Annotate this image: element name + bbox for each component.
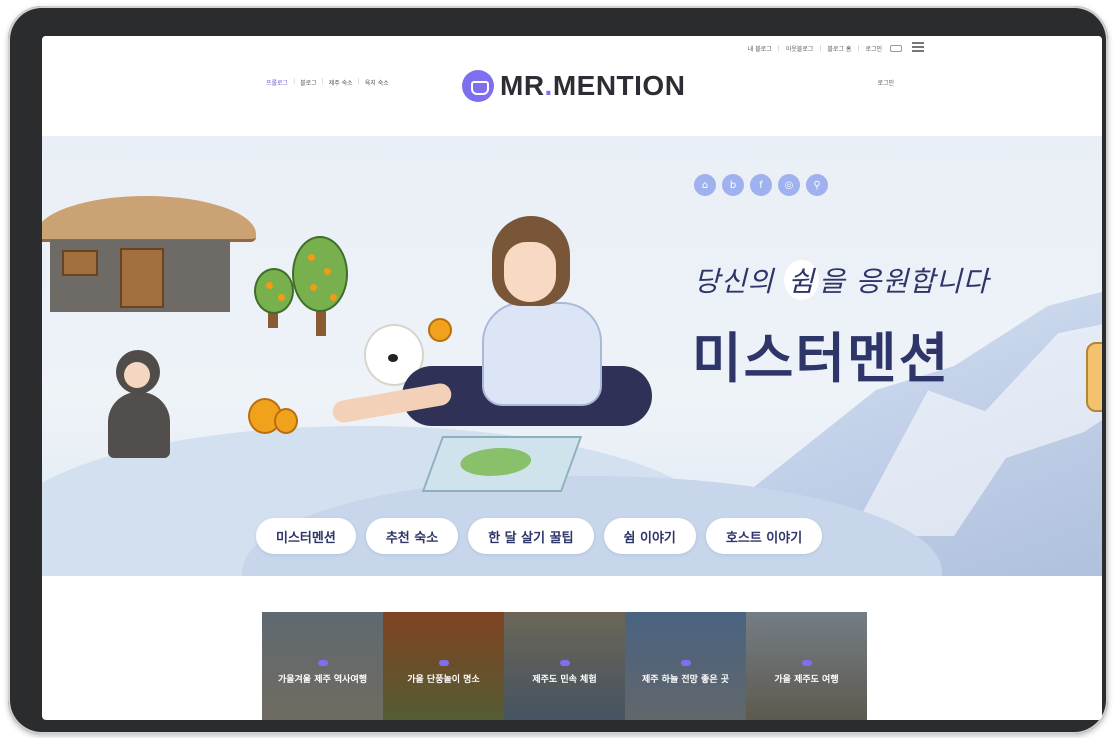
tag-badge <box>680 660 691 666</box>
hero-title: 미스터멘션 <box>692 327 951 390</box>
separator: | <box>293 78 296 85</box>
category-pills: 미스터멘션 추천 숙소 한 달 살기 꿀팁 쉼 이야기 호스트 이야기 <box>256 518 823 554</box>
logo-icon <box>462 70 494 102</box>
util-link-blog-home[interactable]: 블로그 홈 <box>827 44 851 53</box>
pill-rest-stories[interactable]: 쉼 이야기 <box>603 518 696 554</box>
social-links: ⌂ b f ◎ ⚲ <box>694 174 828 196</box>
instagram-icon[interactable]: ◎ <box>778 174 800 196</box>
separator: | <box>819 45 822 52</box>
hero-tagline: 당신의 쉼을 응원합니다 <box>694 260 989 300</box>
separator: | <box>321 78 324 85</box>
post-cards: 가을겨울 제주 역사여행 가을 단풍놀이 명소 제주도 민속 체험 제주 하늘 … <box>262 612 867 720</box>
util-link-neighbor-blog[interactable]: 이웃블로그 <box>786 44 814 53</box>
pill-host-stories[interactable]: 호스트 이야기 <box>705 518 823 554</box>
tag-badge <box>801 660 812 666</box>
tangerine-illustration <box>274 408 298 434</box>
pill-recommended-stays[interactable]: 추천 숙소 <box>365 518 459 554</box>
post-card[interactable]: 제주 하늘 전망 좋은 곳 <box>625 612 746 720</box>
search-icon[interactable] <box>890 45 902 52</box>
separator: | <box>357 78 360 85</box>
blog-icon[interactable]: b <box>722 174 744 196</box>
tag-badge <box>438 660 449 666</box>
tag-badge <box>559 660 570 666</box>
pill-mr-mention[interactable]: 미스터멘션 <box>256 518 356 554</box>
site-header: 내 블로그 | 이웃블로그 | 블로그 홈 | 로그인 프롤로그 | 블로그 |… <box>42 36 1102 136</box>
utility-links: 내 블로그 | 이웃블로그 | 블로그 홈 | 로그인 <box>748 44 902 53</box>
tablet-frame: 내 블로그 | 이웃블로그 | 블로그 홈 | 로그인 프롤로그 | 블로그 |… <box>8 6 1108 734</box>
nav-jeju-stay[interactable]: 제주 숙소 <box>329 78 353 87</box>
logo-text: MR.MENTION <box>500 70 686 101</box>
home-icon[interactable]: ⌂ <box>694 174 716 196</box>
child-illustration <box>108 350 170 460</box>
nav-mainland-stay[interactable]: 육지 숙소 <box>365 78 389 87</box>
thatched-house-illustration <box>42 196 256 316</box>
post-card-title: 가을겨울 제주 역사여행 <box>277 675 368 685</box>
facebook-icon[interactable]: f <box>750 174 772 196</box>
tag-badge <box>317 660 328 666</box>
post-card-title: 제주도 민속 체험 <box>532 675 597 685</box>
main-nav: 프롤로그 | 블로그 | 제주 숙소 | 육지 숙소 <box>266 78 389 87</box>
util-link-my-blog[interactable]: 내 블로그 <box>748 44 772 53</box>
nav-prologue[interactable]: 프롤로그 <box>266 78 288 87</box>
location-icon[interactable]: ⚲ <box>806 174 828 196</box>
post-card[interactable]: 제주도 민속 체험 <box>504 612 625 720</box>
tangerine-tree-illustration <box>254 268 294 314</box>
util-link-login[interactable]: 로그인 <box>865 44 882 53</box>
pill-month-stay-tips[interactable]: 한 달 살기 꿀팁 <box>468 518 594 554</box>
login-link[interactable]: 로그인 <box>877 78 894 87</box>
hero-banner: ⌂ b f ◎ ⚲ 당신의 쉼을 응원합니다 미스터멘션 미스터멘션 추천 숙소… <box>42 136 1102 576</box>
separator: | <box>777 45 780 52</box>
map-illustration <box>421 436 583 492</box>
post-card[interactable]: 가을 단풍놀이 명소 <box>383 612 504 720</box>
post-card-title: 제주 하늘 전망 좋은 곳 <box>641 675 730 685</box>
nav-blog[interactable]: 블로그 <box>300 78 317 87</box>
post-card[interactable]: 가을겨울 제주 역사여행 <box>262 612 383 720</box>
post-card-title: 가을 단풍놀이 명소 <box>407 675 480 685</box>
person-illustration <box>1086 342 1102 412</box>
post-card-title: 가을 제주도 여행 <box>774 675 839 685</box>
browser-screen: 내 블로그 | 이웃블로그 | 블로그 홈 | 로그인 프롤로그 | 블로그 |… <box>42 36 1102 720</box>
post-card[interactable]: 가을 제주도 여행 <box>746 612 867 720</box>
menu-icon[interactable] <box>912 42 924 52</box>
site-logo[interactable]: MR.MENTION <box>462 70 685 102</box>
separator: | <box>857 45 860 52</box>
